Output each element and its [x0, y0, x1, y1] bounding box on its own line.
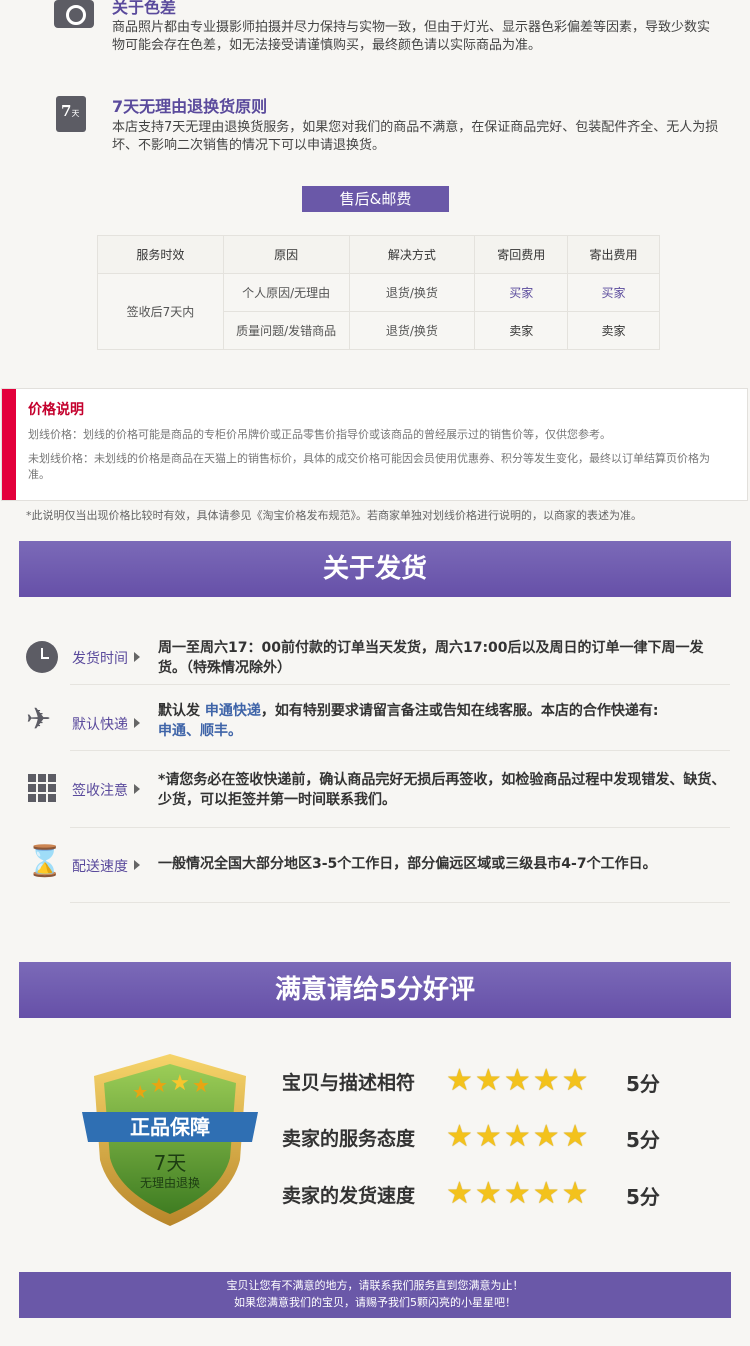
shipping-text: 一般情况全国大部分地区3-5个工作日，部分偏远区域或三级县市4-7个工作日。: [158, 856, 657, 872]
service-time-cell: 签收后7天内: [97, 273, 224, 350]
rating-label: 卖家的发货速度: [282, 1185, 416, 1207]
star-icon[interactable]: ★: [475, 1177, 502, 1211]
divider: [70, 827, 730, 828]
shipping-label: 发货时间: [72, 648, 140, 668]
rating-score: 5分: [626, 1185, 660, 1209]
star-icon[interactable]: ★: [504, 1120, 531, 1154]
shipping-text: 默认发 申通快递，如有特别要求请留言备注或告知在线客服。本店的合作快递有: 申通、…: [158, 703, 659, 739]
divider: [70, 750, 730, 751]
star-icon[interactable]: ★: [562, 1177, 589, 1211]
footer-line2: 如果您满意我们的宝贝，请赐予我们5颗闪亮的小星星吧！: [234, 1296, 516, 1309]
shipping-text: 周一至周六17：00前付款的订单当天发货，周六17:00后以及周日的订单一律下周…: [158, 640, 704, 676]
table-row: 签收后7天内 个人原因/无理由 退货/换货 买家 买家: [97, 273, 660, 350]
svg-text:★: ★: [132, 1082, 148, 1103]
price-notice-line2: 未划线价格：未划线的价格是商品在天猫上的销售标价，具体的成交价格可能因会员使用优…: [28, 452, 710, 481]
price-notice-title: 价格说明: [28, 402, 84, 418]
badge-sub: 无理由退换: [140, 1176, 200, 1190]
rating-header: 满意请给5分好评: [19, 962, 731, 1018]
column-header: 寄回费用: [474, 235, 569, 274]
solution-cell: 退货/换货: [348, 311, 476, 350]
send-fee-cell: 卖家: [567, 311, 660, 350]
shipping-label: 配送速度: [72, 856, 140, 876]
airplane-icon: ✈: [26, 702, 52, 737]
svg-text:★: ★: [192, 1073, 210, 1097]
badge-days: 7天: [154, 1151, 187, 1175]
grid-icon: [26, 772, 58, 804]
star-icon[interactable]: ★: [504, 1177, 531, 1211]
column-header: 服务时效: [97, 235, 224, 274]
divider: [70, 902, 730, 903]
star-rating[interactable]: ★★★★★: [446, 1064, 591, 1098]
shipping-text: *请您务必在签收快递前，确认商品完好无损后再签收，如检验商品过程中发现错发、缺货…: [158, 772, 726, 808]
divider: [70, 684, 730, 685]
shipping-label: 签收注意: [72, 780, 140, 800]
return-policy-text: 本店支持7天无理由退换货服务，如果您对我们的商品不满意，在保证商品完好、包装配件…: [112, 120, 719, 153]
return-fee-cell: 卖家: [474, 311, 569, 350]
price-footnote: *此说明仅当出现价格比较时有效，具体请参见《淘宝价格发布规范》。若商家单独对划线…: [26, 509, 642, 522]
camera-icon: [54, 0, 94, 28]
price-notice-line1: 划线价格：划线的价格可能是商品的专柜价吊牌价或正品零售价指导价或该商品的曾经展示…: [28, 428, 611, 441]
clock-icon: [26, 641, 58, 673]
solution-cell: 退货/换货: [348, 273, 476, 312]
svg-text:★: ★: [170, 1071, 190, 1096]
star-icon[interactable]: ★: [562, 1120, 589, 1154]
footer-banner: 宝贝让您有不满意的地方，请联系我们服务直到您满意为止！ 如果您满意我们的宝贝，请…: [19, 1272, 731, 1318]
star-icon[interactable]: ★: [446, 1177, 473, 1211]
column-header: 解决方式: [348, 235, 476, 274]
accent-bar: [2, 389, 16, 500]
rating-score: 5分: [626, 1072, 660, 1096]
star-icon[interactable]: ★: [446, 1120, 473, 1154]
badge-title: 正品保障: [130, 1115, 210, 1139]
star-icon[interactable]: ★: [475, 1064, 502, 1098]
footer-line1: 宝贝让您有不满意的地方，请联系我们服务直到您满意为止！: [226, 1279, 524, 1292]
star-rating[interactable]: ★★★★★: [446, 1177, 591, 1211]
star-icon[interactable]: ★: [533, 1177, 560, 1211]
column-header: 原因: [222, 235, 350, 274]
star-icon[interactable]: ★: [533, 1120, 560, 1154]
rating-label: 宝贝与描述相符: [282, 1072, 416, 1094]
return-policy-title: 7天无理由退换货原则: [112, 97, 268, 116]
star-icon[interactable]: ★: [533, 1064, 560, 1098]
color-info-text: 商品照片都由专业摄影师拍摄并尽力保持与实物一致，但由于灯光、显示器色彩偏差等因素…: [112, 20, 711, 53]
shipping-label: 默认快递: [72, 714, 140, 734]
svg-text:★: ★: [150, 1073, 168, 1097]
star-icon[interactable]: ★: [446, 1064, 473, 1098]
table-header-row: 服务时效 原因 解决方式 寄回费用 寄出费用: [97, 235, 660, 274]
column-header: 寄出费用: [567, 235, 660, 274]
star-icon[interactable]: ★: [562, 1064, 589, 1098]
return-fee-cell: 买家: [474, 273, 569, 312]
rating-label: 卖家的服务态度: [282, 1128, 416, 1150]
after-sale-header: 售后&邮费: [302, 186, 449, 212]
color-info-title: 关于色差: [112, 0, 177, 17]
rating-score: 5分: [626, 1128, 660, 1152]
send-fee-cell: 买家: [567, 273, 660, 312]
seven-day-icon: 7天: [56, 96, 86, 132]
star-rating[interactable]: ★★★★★: [446, 1120, 591, 1154]
star-icon[interactable]: ★: [504, 1064, 531, 1098]
after-sale-table: 服务时效 原因 解决方式 寄回费用 寄出费用 签收后7天内 个人原因/无理由 退…: [97, 235, 660, 350]
shipping-header: 关于发货: [19, 541, 731, 597]
reason-cell: 个人原因/无理由: [222, 273, 350, 312]
reason-cell: 质量问题/发错商品: [222, 311, 350, 350]
price-notice-box: 价格说明 划线价格：划线的价格可能是商品的专柜价吊牌价或正品零售价指导价或该商品…: [1, 388, 748, 501]
guarantee-shield-icon: ★ ★ ★ ★ 正品保障 7天 无理由退换: [82, 1054, 258, 1226]
star-icon[interactable]: ★: [475, 1120, 502, 1154]
hourglass-icon: ⌛: [26, 844, 64, 879]
